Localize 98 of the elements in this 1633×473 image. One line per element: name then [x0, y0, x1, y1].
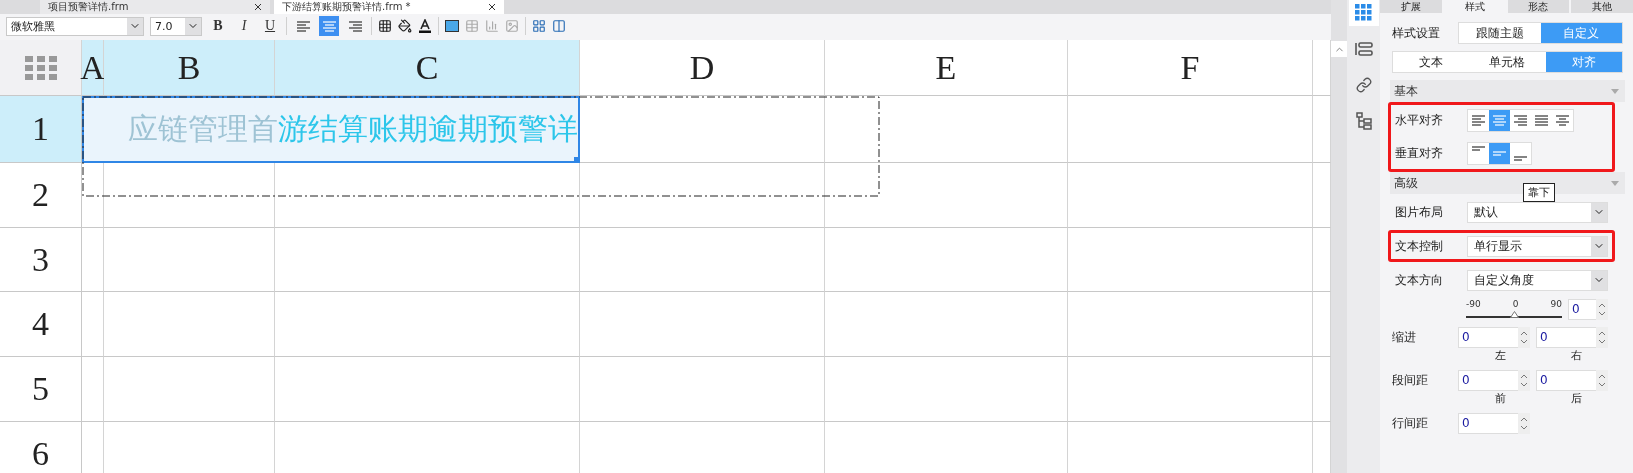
tick-label: 0 [1512, 299, 1519, 309]
field-label: 图片布局 [1395, 203, 1444, 221]
row-header[interactable]: 2 [0, 163, 82, 228]
panel-tab[interactable]: 扩展 [1380, 0, 1442, 13]
tick-label: 90 [1550, 299, 1562, 309]
stepper-icon[interactable] [1596, 326, 1608, 348]
number-field[interactable]: 0 [1458, 326, 1518, 348]
grid-cell [82, 292, 104, 357]
stepper-icon[interactable] [1518, 412, 1530, 434]
column-header[interactable]: F [1068, 40, 1313, 96]
table-icon[interactable] [465, 19, 479, 33]
align-top-icon [1472, 146, 1485, 151]
select-all-icon[interactable] [23, 54, 58, 81]
close-icon[interactable] [488, 3, 496, 11]
section-title: 基本 [1394, 82, 1418, 100]
bold-button[interactable]: B [208, 16, 228, 36]
tooltip: 靠下 [1523, 183, 1555, 202]
slider-thumb[interactable] [1510, 311, 1519, 318]
border-icon[interactable] [378, 19, 392, 33]
field-label: 文本控制 [1395, 237, 1444, 255]
field-label: 行间距 [1392, 414, 1429, 432]
align-distributed-icon [1556, 115, 1569, 126]
grid-cell [82, 228, 104, 292]
dropdown[interactable]: 自定义角度 [1467, 269, 1608, 291]
cell-overflow-text: 应链管理首 [128, 110, 278, 148]
link-icon[interactable] [1355, 77, 1372, 93]
column-header[interactable]: B [104, 40, 275, 96]
column-header[interactable]: D [580, 40, 825, 96]
grid-cell [82, 163, 104, 228]
number-field[interactable]: 0 [1458, 412, 1518, 434]
stepper-icon[interactable] [1518, 369, 1530, 391]
field-caption: 右 [1569, 348, 1583, 363]
collapse-icon[interactable] [1611, 88, 1619, 94]
number-field[interactable]: 0 [1568, 298, 1596, 320]
align-option[interactable] [1489, 110, 1510, 131]
dropdown[interactable]: 单行显示 [1467, 235, 1608, 257]
font-select[interactable]: 微软雅黑 [6, 16, 144, 36]
field-caption: 左 [1493, 348, 1507, 363]
row-header[interactable]: 1 [0, 96, 82, 163]
field-caption: 后 [1569, 391, 1583, 406]
file-tab[interactable]: 下游结算账期预警详情.frm * [274, 0, 504, 14]
layout-icon[interactable] [532, 19, 546, 33]
stepper-icon[interactable] [1596, 298, 1608, 320]
align-option[interactable] [1489, 143, 1510, 164]
align-left-icon [1472, 115, 1485, 126]
font-color-icon[interactable] [418, 19, 432, 33]
align-left-icon [296, 20, 310, 32]
image-icon[interactable] [505, 19, 519, 33]
row-header[interactable]: 5 [0, 357, 82, 422]
collapse-icon[interactable] [1611, 180, 1619, 186]
field-label: 段间距 [1392, 371, 1429, 389]
close-icon[interactable] [254, 3, 262, 11]
column-header[interactable]: A [82, 40, 104, 96]
align-justify-icon [1535, 115, 1548, 126]
widget-icon[interactable] [1354, 41, 1373, 57]
column-header[interactable]: E [825, 40, 1068, 96]
row-header[interactable]: 3 [0, 228, 82, 292]
underline-button[interactable]: U [260, 16, 280, 36]
section-header[interactable]: 基本 [1390, 80, 1625, 102]
chart-icon[interactable] [485, 19, 499, 33]
field-label: 文本方向 [1395, 271, 1444, 289]
style-panel-icon[interactable] [1354, 4, 1373, 22]
section-title: 高级 [1394, 174, 1418, 192]
grid-cell [82, 357, 104, 422]
columns-icon[interactable] [552, 19, 566, 33]
dropdown[interactable]: 默认 [1467, 201, 1608, 223]
field-label: 垂直对齐 [1395, 145, 1444, 162]
number-field[interactable]: 0 [1458, 369, 1518, 391]
align-right-icon [1514, 115, 1527, 126]
row-header[interactable]: 4 [0, 292, 82, 357]
field-label: 缩进 [1392, 328, 1417, 346]
align-center-icon [1493, 115, 1506, 126]
number-field[interactable]: 0 [1536, 369, 1596, 391]
align-middle-icon [1493, 151, 1506, 156]
field-caption: 前 [1493, 391, 1507, 406]
panel-tab[interactable]: 其他 [1571, 0, 1633, 13]
file-tab[interactable]: 项目预警详情.frm [40, 0, 270, 14]
italic-button[interactable]: I [234, 16, 254, 36]
stepper-icon[interactable] [1518, 326, 1530, 348]
tick-label: -90 [1466, 299, 1481, 309]
number-field[interactable]: 0 [1536, 326, 1596, 348]
font-size-select[interactable]: 7.0 [150, 16, 202, 36]
tree-icon[interactable] [1355, 112, 1372, 130]
field-label: 水平对齐 [1395, 112, 1444, 129]
cell-text: 游结算账期逾期预警详 [278, 110, 578, 148]
column-header[interactable]: C [275, 40, 580, 96]
panel-tab[interactable]: 形态 [1507, 0, 1570, 13]
field-label: 样式设置 [1392, 24, 1441, 42]
angle-slider[interactable] [1466, 310, 1562, 319]
file-tab-label: 下游结算账期预警详情.frm * [282, 2, 411, 12]
align-button[interactable] [319, 16, 339, 36]
stepper-icon[interactable] [1596, 369, 1608, 391]
align-bottom-icon [1514, 156, 1527, 161]
align-center-icon [322, 20, 336, 32]
align-right-icon [348, 20, 362, 32]
fill-color-icon[interactable] [398, 19, 412, 33]
frame-icon[interactable] [445, 20, 459, 32]
file-tab-label: 项目预警详情.frm [48, 2, 129, 12]
